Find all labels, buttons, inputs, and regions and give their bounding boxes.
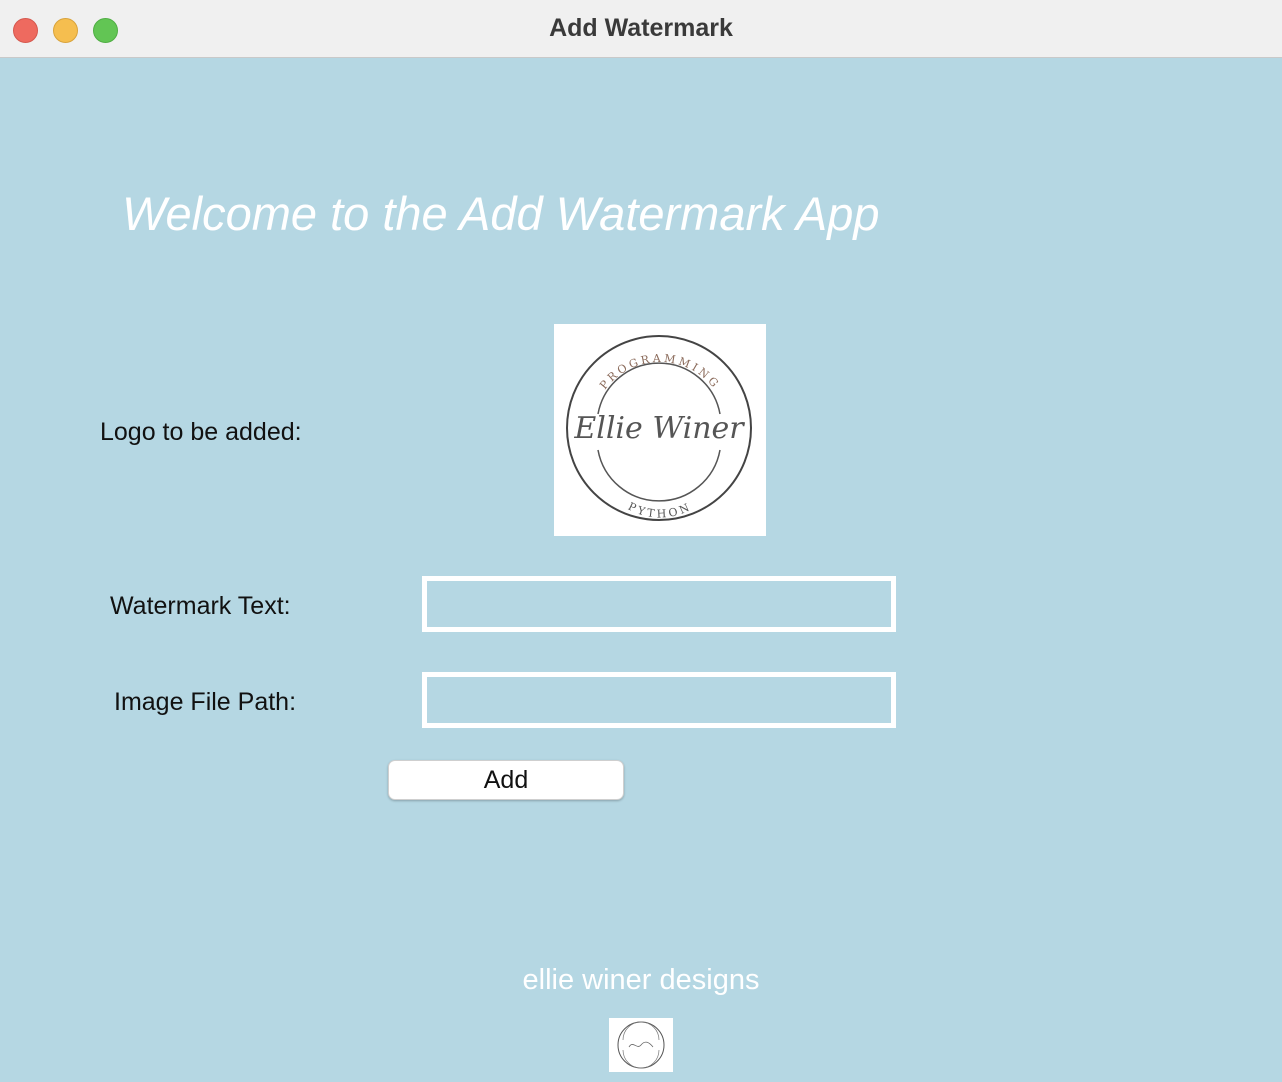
app-window: Add Watermark Welcome to the Add Waterma… bbox=[0, 0, 1282, 1082]
window-title: Add Watermark bbox=[549, 14, 733, 42]
add-button[interactable]: Add bbox=[388, 760, 624, 800]
logo-label: Logo to be added: bbox=[100, 418, 302, 446]
image-path-input[interactable] bbox=[422, 672, 896, 728]
footer-brand-text: ellie winer designs bbox=[522, 964, 760, 996]
image-path-label: Image File Path: bbox=[114, 688, 297, 716]
svg-text:PROGRAMMING: PROGRAMMING bbox=[597, 352, 723, 392]
logo-top-text: PROGRAMMING bbox=[597, 352, 720, 392]
logo-center-text: Ellie Winer bbox=[573, 411, 745, 446]
logo-image: PROGRAMMING Ellie Winer PYTHON bbox=[554, 324, 766, 536]
watermark-text-label: Watermark Text: bbox=[110, 592, 291, 620]
welcome-heading: Welcome to the Add Watermark App bbox=[122, 187, 880, 240]
watermark-text-input[interactable] bbox=[422, 576, 896, 632]
footer-logo-image bbox=[609, 1018, 673, 1072]
title-bar: Add Watermark bbox=[0, 0, 1282, 58]
